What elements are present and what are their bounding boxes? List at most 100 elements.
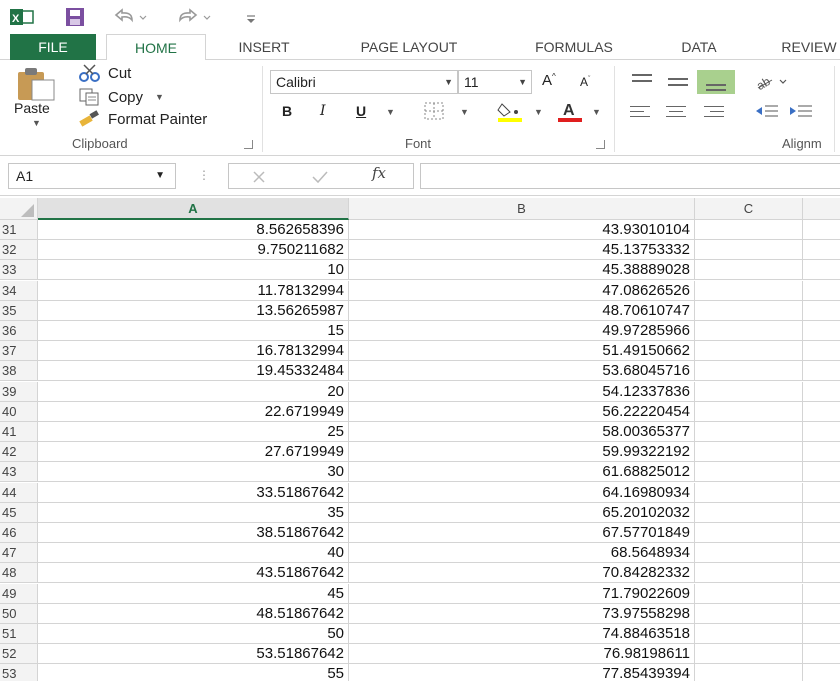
cell-a[interactable]: 8.562658396 [38, 220, 349, 240]
row-header[interactable]: 44 [0, 482, 38, 503]
cell-a[interactable]: 40 [38, 543, 349, 564]
cell-a[interactable]: 20 [38, 381, 349, 402]
cell-a[interactable]: 25 [38, 422, 349, 442]
cell-b[interactable]: 74.88463518 [349, 624, 695, 644]
cell-d[interactable] [803, 664, 840, 681]
cell-c[interactable] [695, 401, 803, 422]
underline-dropdown-icon[interactable]: ▼ [386, 107, 395, 117]
row-header[interactable]: 31 [0, 220, 38, 240]
cell-a[interactable]: 16.78132994 [38, 341, 349, 362]
cell-c[interactable] [695, 664, 803, 681]
cell-d[interactable] [803, 543, 840, 564]
cell-c[interactable] [695, 341, 803, 362]
row-header[interactable]: 42 [0, 442, 38, 463]
cell-c[interactable] [695, 280, 803, 301]
bold-button[interactable]: B [282, 103, 292, 119]
cell-d[interactable] [803, 503, 840, 523]
cell-a[interactable]: 53.51867642 [38, 644, 349, 665]
cell-c[interactable] [695, 442, 803, 463]
row-header[interactable]: 49 [0, 583, 38, 604]
row-header[interactable]: 32 [0, 240, 38, 261]
row-header[interactable]: 38 [0, 361, 38, 382]
row-header[interactable]: 40 [0, 401, 38, 422]
cell-c[interactable] [695, 603, 803, 624]
cell-c[interactable] [695, 321, 803, 341]
row-header[interactable]: 37 [0, 341, 38, 362]
cell-d[interactable] [803, 281, 840, 301]
cell-c[interactable] [695, 523, 803, 543]
cell-b[interactable]: 71.79022609 [349, 583, 695, 604]
cell-a[interactable]: 35 [38, 502, 349, 523]
column-header-d[interactable] [803, 198, 840, 220]
fill-color-icon[interactable] [496, 100, 524, 122]
indent-icon[interactable] [754, 102, 814, 120]
cell-d[interactable] [803, 462, 840, 483]
cell-b[interactable]: 68.5648934 [349, 543, 695, 564]
cell-a[interactable]: 11.78132994 [38, 280, 349, 301]
cell-a[interactable]: 22.6719949 [38, 401, 349, 422]
cell-d[interactable] [803, 442, 840, 463]
cell-b[interactable]: 65.20102032 [349, 502, 695, 523]
cell-b[interactable]: 45.13753332 [349, 240, 695, 261]
paste-button-label[interactable]: Paste [14, 100, 50, 116]
borders-icon[interactable] [424, 102, 444, 120]
cell-d[interactable] [803, 483, 840, 503]
cell-c[interactable] [695, 502, 803, 523]
cell-a[interactable]: 43.51867642 [38, 563, 349, 584]
cell-a[interactable]: 33.51867642 [38, 482, 349, 503]
row-header[interactable]: 53 [0, 664, 38, 681]
row-header[interactable]: 51 [0, 624, 38, 644]
italic-button[interactable]: I [320, 103, 326, 119]
copy-dropdown-icon[interactable]: ▼ [155, 92, 164, 102]
undo-icon[interactable] [112, 7, 148, 27]
cell-b[interactable]: 51.49150662 [349, 341, 695, 362]
cell-b[interactable]: 58.00365377 [349, 422, 695, 442]
cell-b[interactable]: 43.93010104 [349, 220, 695, 240]
clipboard-dialog-launcher-icon[interactable] [244, 140, 253, 149]
cell-c[interactable] [695, 381, 803, 402]
row-header[interactable]: 50 [0, 603, 38, 624]
cell-b[interactable]: 48.70610747 [349, 300, 695, 321]
row-header[interactable]: 48 [0, 563, 38, 584]
format-painter-button[interactable]: Format Painter [78, 110, 207, 128]
customize-toolbar-icon[interactable] [244, 10, 258, 26]
cell-c[interactable] [695, 644, 803, 665]
cell-b[interactable]: 53.68045716 [349, 361, 695, 382]
orientation-icon[interactable]: ab [754, 72, 790, 92]
borders-dropdown-icon[interactable]: ▼ [460, 107, 469, 117]
cell-c[interactable] [695, 300, 803, 321]
cell-d[interactable] [803, 240, 840, 261]
cell-c[interactable] [695, 462, 803, 483]
cut-button[interactable]: Cut [78, 64, 131, 82]
increase-font-size-icon[interactable]: A^ [542, 72, 556, 89]
row-header[interactable]: 43 [0, 462, 38, 483]
cell-a[interactable]: 38.51867642 [38, 523, 349, 543]
cell-d[interactable] [803, 321, 840, 341]
row-header[interactable]: 41 [0, 422, 38, 442]
tab-page-layout[interactable]: PAGE LAYOUT [336, 34, 482, 60]
paste-icon[interactable] [16, 66, 56, 102]
cell-c[interactable] [695, 543, 803, 564]
fill-color-dropdown-icon[interactable]: ▼ [534, 107, 543, 117]
row-header[interactable]: 47 [0, 543, 38, 564]
paste-dropdown-icon[interactable]: ▼ [32, 118, 41, 128]
cell-c[interactable] [695, 482, 803, 503]
row-header[interactable]: 36 [0, 321, 38, 341]
formula-input[interactable] [420, 163, 840, 189]
tab-data[interactable]: DATA [664, 34, 734, 60]
tab-insert[interactable]: INSERT [224, 34, 304, 60]
column-header-c[interactable]: C [695, 198, 803, 220]
cell-b[interactable]: 64.16980934 [349, 482, 695, 503]
cell-c[interactable] [695, 583, 803, 604]
save-icon[interactable] [64, 7, 86, 27]
decrease-font-size-icon[interactable]: Aˇ [580, 75, 590, 89]
name-box[interactable]: A1 ▼ [8, 163, 176, 189]
cell-b[interactable]: 54.12337836 [349, 381, 695, 402]
cell-d[interactable] [803, 341, 840, 362]
row-header[interactable]: 34 [0, 280, 38, 301]
row-header[interactable]: 52 [0, 644, 38, 665]
cell-a[interactable]: 30 [38, 462, 349, 483]
cell-d[interactable] [803, 402, 840, 422]
cell-a[interactable]: 9.750211682 [38, 240, 349, 261]
insert-function-icon[interactable]: fx [372, 164, 386, 182]
